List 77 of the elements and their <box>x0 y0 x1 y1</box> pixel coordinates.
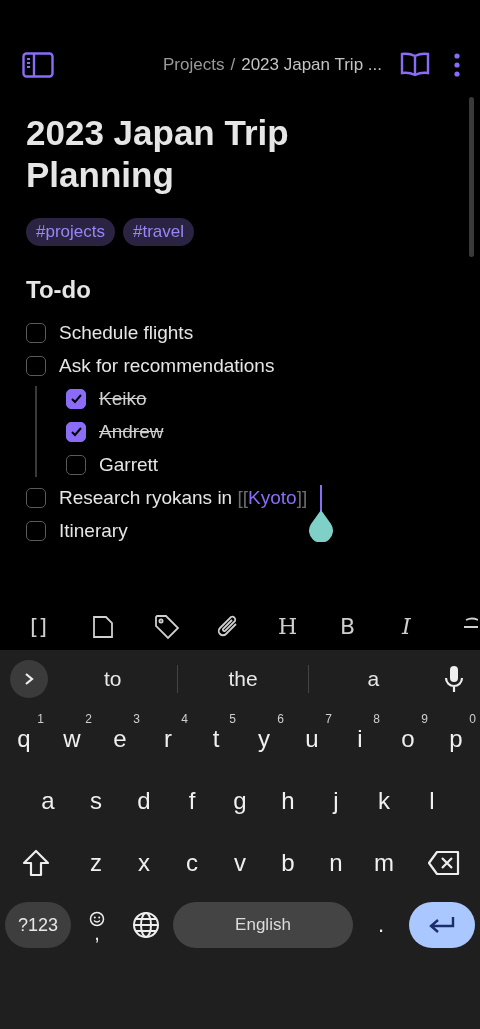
chevron-icon <box>23 672 35 686</box>
task-text: Itinerary <box>59 519 128 542</box>
checkbox[interactable] <box>66 421 86 442</box>
checkbox[interactable] <box>26 322 46 343</box>
breadcrumb-current: 2023 Japan Trip ... <box>241 55 382 75</box>
breadcrumb-link[interactable]: Projects <box>163 55 225 75</box>
note-title: 2023 Japan Trip Planning <box>26 112 290 196</box>
key[interactable]: x <box>120 836 168 890</box>
menu-icon[interactable] <box>454 53 460 77</box>
suggestion[interactable]: the <box>178 666 308 692</box>
format-button[interactable]: [] <box>28 615 90 639</box>
key[interactable]: c <box>168 836 216 890</box>
key[interactable]: q 1 <box>0 712 48 766</box>
key[interactable]: l <box>408 774 456 828</box>
task-text: Research ryokans in [[Kyoto]] <box>59 486 308 509</box>
task-text: Keiko <box>99 387 147 410</box>
key[interactable]: w 2 <box>48 712 96 766</box>
key[interactable]: n <box>312 836 360 890</box>
key[interactable]: t 5 <box>192 712 240 766</box>
key[interactable]: b <box>264 836 312 890</box>
key[interactable]: g <box>216 774 264 828</box>
microphone-icon[interactable] <box>444 665 464 693</box>
suggestion[interactable]: a <box>308 666 438 692</box>
key[interactable]: s <box>72 774 120 828</box>
scrollbar[interactable] <box>469 97 474 257</box>
checkbox[interactable] <box>26 355 46 376</box>
wiki-link[interactable]: [[Kyoto]] <box>237 486 308 508</box>
note-icon[interactable] <box>92 615 114 639</box>
checkbox[interactable] <box>66 454 86 475</box>
check-icon <box>69 392 83 405</box>
format-button[interactable]: I <box>400 615 462 639</box>
key[interactable]: e 3 <box>96 712 144 766</box>
key[interactable]: a <box>24 774 72 828</box>
format-button[interactable]: B <box>338 615 400 639</box>
cursor-handle[interactable] <box>307 509 336 542</box>
symbols-key[interactable]: ?123 <box>5 902 71 948</box>
checkbox[interactable] <box>66 388 86 409</box>
tag-icon[interactable] <box>154 614 180 640</box>
checkbox[interactable] <box>26 487 46 508</box>
key[interactable]: d <box>120 774 168 828</box>
backspace-icon <box>427 850 461 876</box>
key[interactable]: p 0 <box>432 712 480 766</box>
key[interactable]: y 6 <box>240 712 288 766</box>
key[interactable]: z <box>72 836 120 890</box>
suggestion[interactable]: to <box>48 666 178 692</box>
task-text: Garrett <box>99 453 159 476</box>
format-button[interactable]: H <box>276 615 338 639</box>
expand-button[interactable] <box>10 660 48 698</box>
space-key[interactable]: English <box>173 902 353 948</box>
key[interactable]: m <box>360 836 408 890</box>
task-text: Ask for recommendations <box>59 354 275 377</box>
key[interactable]: v <box>216 836 264 890</box>
emoji-comma-key[interactable]: , <box>75 902 119 948</box>
check-icon <box>69 425 83 438</box>
task-text: Andrew <box>99 420 164 443</box>
breadcrumb-separator: / <box>230 55 236 75</box>
sidebar-icon[interactable] <box>22 52 54 78</box>
period-key[interactable]: . <box>357 911 405 939</box>
tag-chip[interactable]: #projects <box>26 218 115 246</box>
smiley-icon <box>89 911 105 927</box>
book-icon[interactable] <box>400 52 430 78</box>
key[interactable]: k <box>360 774 408 828</box>
tag-chip[interactable]: #travel <box>123 218 194 246</box>
key[interactable]: o 9 <box>384 712 432 766</box>
globe-icon[interactable] <box>132 911 160 939</box>
enter-key[interactable] <box>409 902 475 948</box>
key[interactable]: h <box>264 774 312 828</box>
key[interactable]: i 8 <box>336 712 384 766</box>
key[interactable]: f <box>168 774 216 828</box>
enter-icon <box>428 915 456 935</box>
key[interactable]: u 7 <box>288 712 336 766</box>
shift-icon <box>21 848 51 878</box>
checkbox[interactable] <box>26 520 46 541</box>
key[interactable]: r 4 <box>144 712 192 766</box>
task-text: Schedule flights <box>59 321 194 344</box>
key[interactable]: j <box>312 774 360 828</box>
section-heading: To-do <box>26 276 92 304</box>
